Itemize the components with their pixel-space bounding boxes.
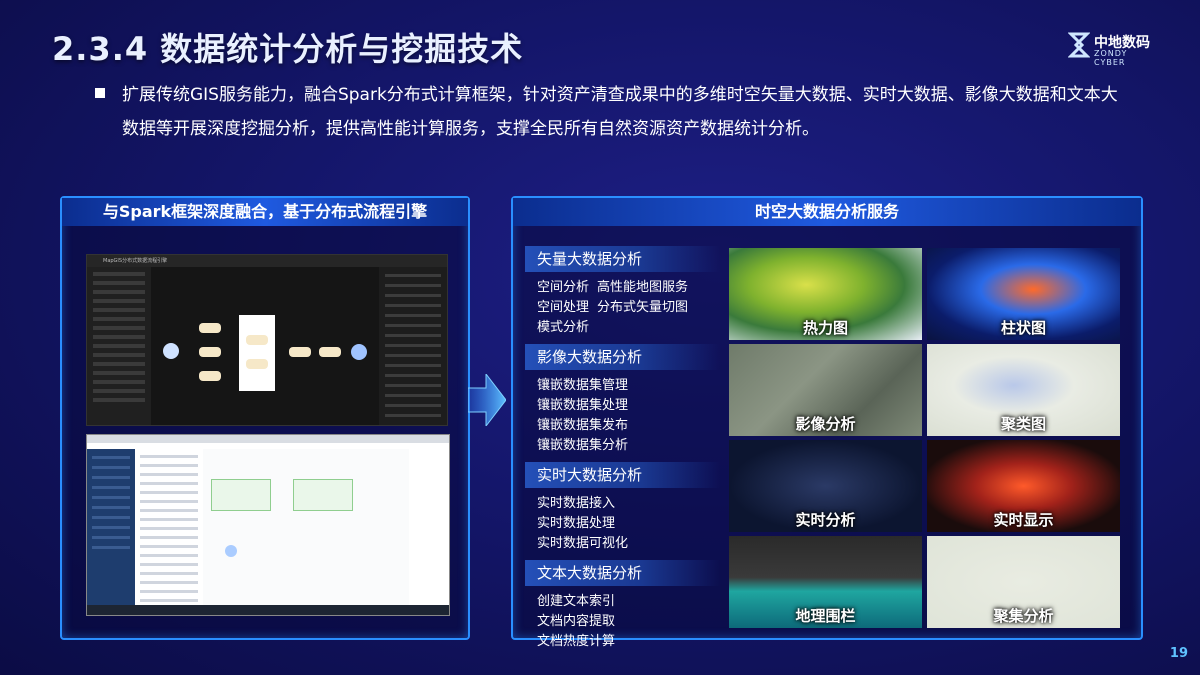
flow-node	[319, 347, 341, 357]
image-items: 镶嵌数据集管理镶嵌数据集处理 镶嵌数据集发布镶嵌数据集分析	[525, 376, 720, 456]
tile-label: 实时分析	[795, 511, 856, 529]
item-text-extract: 文档内容提取	[537, 614, 616, 629]
category-text: 文本大数据分析	[525, 560, 720, 586]
item-text-heat: 文档热度计算	[537, 634, 616, 649]
item-text-index: 创建文本索引	[537, 594, 616, 609]
portal-workspace	[203, 449, 409, 605]
page-title: 2.3.4 数据统计分析与挖掘技术	[52, 30, 524, 68]
vector-items: 空间分析 高性能地图服务 空间处理 分布式矢量切图 模式分析	[525, 278, 720, 338]
portal-sidebar	[87, 449, 135, 605]
tile-label: 柱状图	[1000, 319, 1046, 337]
item-mosaic-publish: 镶嵌数据集发布	[537, 418, 629, 433]
tile-label: 聚集分析	[993, 607, 1054, 625]
tile-aggregation: 聚集分析	[927, 536, 1120, 628]
text-items: 创建文本索引 文档内容提取 文档热度计算	[525, 592, 720, 652]
flow-engine-screenshot: MapGIS分布式数据流程引擎	[86, 254, 448, 426]
flow-group	[239, 315, 275, 391]
logo-icon	[1067, 32, 1091, 58]
item-realtime-process: 实时数据处理	[537, 516, 616, 531]
tile-cluster-map: 聚类图	[927, 344, 1120, 436]
item-realtime-visual: 实时数据可视化	[537, 536, 629, 551]
flow-node	[225, 545, 237, 557]
analysis-panel-header: 时空大数据分析服务	[513, 198, 1141, 226]
flow-canvas	[151, 267, 379, 425]
page-number: 19	[1169, 646, 1188, 661]
flow-end-node	[351, 344, 367, 360]
browser-tabs	[87, 435, 449, 443]
item-map-service: 高性能地图服务	[597, 280, 689, 295]
item-mosaic-manage: 镶嵌数据集管理	[537, 378, 629, 393]
mapgis-portal-screenshot	[86, 434, 450, 616]
analysis-image-grid: 热力图 柱状图 影像分析 聚类图 实时分析 实时显示 地理围栏 聚集分析	[729, 248, 1129, 630]
flow-start-node	[163, 343, 179, 359]
logo-sub: ZONDY CYBER	[1094, 49, 1128, 67]
arrow-right-icon	[468, 374, 506, 426]
category-vector: 矢量大数据分析	[525, 246, 720, 272]
analysis-menu: 矢量大数据分析 空间分析 高性能地图服务 空间处理 分布式矢量切图 模式分析 影像大…	[525, 246, 720, 658]
tile-realtime-analysis: 实时分析	[729, 440, 922, 532]
item-vector-tiling: 分布式矢量切图	[597, 300, 689, 315]
tile-image-analysis: 影像分析	[729, 344, 922, 436]
screenshot-sidebar	[87, 267, 151, 425]
portal-right-bar	[409, 449, 449, 605]
flow-node	[199, 323, 221, 333]
item-pattern-analysis: 模式分析	[537, 320, 590, 335]
spark-panel-header: 与Spark框架深度融合，基于分布式流程引擎	[62, 198, 468, 226]
tile-realtime-display: 实时显示	[927, 440, 1120, 532]
flow-node	[199, 347, 221, 357]
item-spatial-analysis: 空间分析	[537, 280, 590, 295]
tile-label: 实时显示	[993, 511, 1054, 529]
tile-bar-map: 柱状图	[927, 248, 1120, 340]
spark-panel: 与Spark框架深度融合，基于分布式流程引擎 MapGIS分布式数据流程引擎	[60, 196, 470, 640]
analysis-panel: 时空大数据分析服务 矢量大数据分析 空间分析 高性能地图服务 空间处理 分布式矢量切…	[511, 196, 1143, 649]
category-image: 影像大数据分析	[525, 344, 720, 370]
item-spatial-process: 空间处理	[537, 300, 590, 315]
flow-node	[289, 347, 311, 357]
bullet-square-icon	[95, 88, 105, 98]
item-realtime-ingest: 实时数据接入	[537, 496, 616, 511]
portal-tree	[135, 449, 203, 611]
screenshot-title: MapGIS分布式数据流程引擎	[87, 255, 447, 267]
item-mosaic-analysis: 镶嵌数据集分析	[537, 438, 629, 453]
tile-heatmap: 热力图	[729, 248, 922, 340]
tile-geofence: 地理围栏	[729, 536, 922, 628]
intro-text: 扩展传统GIS服务能力，融合Spark分布式计算框架，针对资产清查成果中的多维时…	[122, 85, 1118, 139]
tile-label: 地理围栏	[795, 607, 856, 625]
tile-label: 热力图	[802, 319, 848, 337]
category-realtime: 实时大数据分析	[525, 462, 720, 488]
tile-label: 聚类图	[1000, 415, 1046, 433]
realtime-items: 实时数据接入 实时数据处理 实时数据可视化	[525, 494, 720, 554]
company-logo: 中地数码 ZONDY CYBER	[1067, 30, 1152, 67]
tile-label: 影像分析	[795, 415, 856, 433]
taskbar	[87, 605, 449, 615]
item-mosaic-process: 镶嵌数据集处理	[537, 398, 629, 413]
screenshot-log-panel	[379, 267, 447, 425]
flow-block	[211, 479, 271, 511]
flow-node	[199, 371, 221, 381]
flow-block	[293, 479, 353, 511]
